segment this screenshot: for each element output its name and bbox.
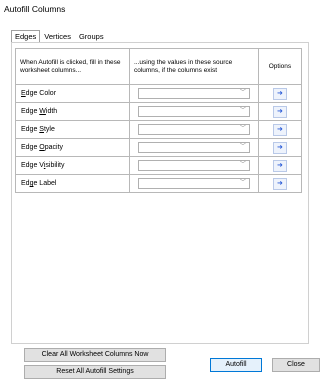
header-worksheet-columns: When Autofill is clicked, fill in these … [15,48,130,85]
chevron-down-icon: ﹀ [239,108,246,114]
options-button[interactable]: ➜ [272,105,287,118]
source-cell: ﹀ [128,156,259,175]
table-row: Edge Visibility ﹀ ➜ [15,156,303,175]
row-label-edge-width: Edge Width [15,102,130,121]
arrow-right-icon: ➜ [276,143,283,151]
options-cell: ➜ [257,174,303,193]
header-source-columns: ...using the values in these source colu… [128,48,259,85]
row-label-edge-opacity: Edge Opacity [15,138,130,157]
row-label-edge-label: Edge Label [15,174,130,193]
arrow-right-icon: ➜ [276,107,283,115]
options-button[interactable]: ➜ [272,177,287,190]
options-cell: ➜ [257,102,303,121]
source-column-dropdown[interactable]: ﹀ [137,142,250,153]
chevron-down-icon: ﹀ [239,90,246,96]
source-column-dropdown[interactable]: ﹀ [137,124,250,135]
arrow-right-icon: ➜ [276,179,283,187]
reset-autofill-settings-button[interactable]: Reset All Autofill Settings [24,365,166,379]
table-row: Edge Width ﹀ ➜ [15,102,303,121]
autofill-button[interactable]: Autofill [210,358,262,372]
header-options: Options [257,48,303,85]
table-row: Edge Color ﹀ ➜ [15,84,303,103]
source-column-dropdown[interactable]: ﹀ [137,178,250,189]
options-cell: ➜ [257,156,303,175]
options-cell: ➜ [257,138,303,157]
source-cell: ﹀ [128,120,259,139]
source-cell: ﹀ [128,102,259,121]
row-label-edge-style: Edge Style [15,120,130,139]
options-cell: ➜ [257,120,303,139]
table-row: Edge Label ﹀ ➜ [15,174,303,193]
row-label-edge-visibility: Edge Visibility [15,156,130,175]
source-column-dropdown[interactable]: ﹀ [137,160,250,171]
options-cell: ➜ [257,84,303,103]
autofill-grid: When Autofill is clicked, fill in these … [15,48,303,193]
chevron-down-icon: ﹀ [239,126,246,132]
options-button[interactable]: ➜ [272,87,287,100]
source-cell: ﹀ [128,174,259,193]
chevron-down-icon: ﹀ [239,162,246,168]
arrow-right-icon: ➜ [276,161,283,169]
grid-header-row: When Autofill is clicked, fill in these … [15,48,303,85]
options-button[interactable]: ➜ [272,123,287,136]
arrow-right-icon: ➜ [276,125,283,133]
edges-tab-panel: When Autofill is clicked, fill in these … [11,42,309,344]
options-button[interactable]: ➜ [272,159,287,172]
autofill-columns-dialog: Autofill Columns Edges Vertices Groups W… [0,0,322,379]
chevron-down-icon: ﹀ [239,144,246,150]
source-cell: ﹀ [128,84,259,103]
clear-worksheet-columns-button[interactable]: Clear All Worksheet Columns Now [24,348,166,362]
source-column-dropdown[interactable]: ﹀ [137,106,250,117]
chevron-down-icon: ﹀ [239,180,246,186]
table-row: Edge Style ﹀ ➜ [15,120,303,139]
close-button[interactable]: Close [272,358,320,372]
table-row: Edge Opacity ﹀ ➜ [15,138,303,157]
source-cell: ﹀ [128,138,259,157]
row-label-edge-color: Edge Color [15,84,130,103]
window-title: Autofill Columns [4,4,66,14]
options-button[interactable]: ➜ [272,141,287,154]
source-column-dropdown[interactable]: ﹀ [137,88,250,99]
arrow-right-icon: ➜ [276,89,283,97]
